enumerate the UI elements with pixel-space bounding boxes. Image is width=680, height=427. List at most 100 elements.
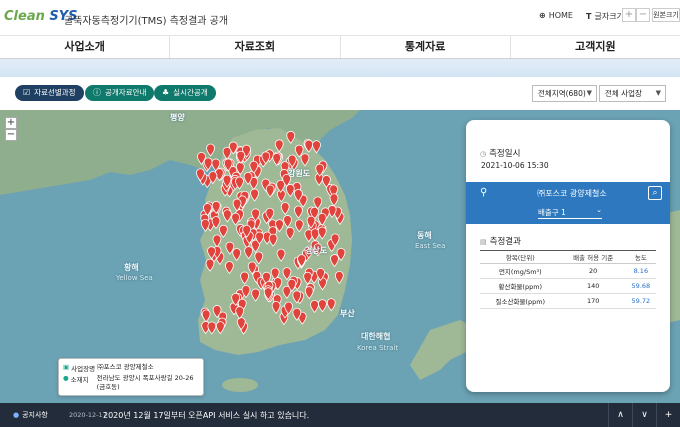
item-cell: 먼지(mg/Sm³) <box>480 263 561 279</box>
nav-item-support[interactable]: 고객지원 <box>511 36 680 58</box>
facility-popup-addr-key: 소재지 <box>70 376 89 384</box>
plus-icon: + <box>664 410 673 420</box>
chevron-down-icon: ▼ <box>655 89 661 97</box>
data-selection-button[interactable]: ☑ 자료선별과정 <box>15 85 84 101</box>
chevron-down-icon: ⌄ <box>596 206 602 214</box>
clock-icon: ◷ <box>480 150 487 158</box>
map-zoom-out-button[interactable]: − <box>5 129 17 141</box>
column-header: 배출 허용 기준 <box>560 250 626 264</box>
data-selection-label: 자료선별과정 <box>34 88 76 97</box>
chevron-down-icon: ∨ <box>641 410 648 420</box>
region-select[interactable]: 전체지역(680) ▼ <box>532 85 597 102</box>
notice-bar: ● 공지사항 2020-12-17 2020년 12월 17일부터 오픈API 서… <box>0 403 680 427</box>
microphone-icon: ● <box>13 411 20 419</box>
notice-next-button[interactable]: ∨ <box>632 403 656 427</box>
facility-header: ⚲ ㈜포스코 광양제철소 ⌕ 배출구 1 ⌄ <box>466 182 670 224</box>
map-label-busan: 부산 <box>340 309 355 318</box>
map-pin-icon: ⚲ <box>480 187 488 198</box>
map-label-east-sea-kr: 동해 <box>417 231 432 240</box>
map-label-pyongyang: 평양 <box>170 113 185 122</box>
result-table-header: 항목(단위) 배출 허용 기준 농도 <box>480 250 656 264</box>
filter-row: ☑ 자료선별과정 ⓘ 공개자료안내 ♣ 실시간공개 전체지역(680) ▼ 전체… <box>0 77 680 110</box>
public-data-info-button[interactable]: ⓘ 공개자료안내 <box>85 85 155 101</box>
column-header: 농도 <box>625 250 656 264</box>
jeju-island <box>222 378 258 392</box>
notice-prev-button[interactable]: ∧ <box>608 403 632 427</box>
globe-icon: ⊕ <box>539 11 546 20</box>
map-label-east-sea-en: East Sea <box>415 242 446 250</box>
table-row: 질소산화물(ppm) 170 59.72 <box>480 293 656 309</box>
font-size-label: T 글자크기 <box>586 11 624 22</box>
value-cell: 59.72 <box>625 293 656 309</box>
map-label-yellow-sea-en: Yellow Sea <box>116 274 153 282</box>
result-label: ▤ 측정결과 <box>480 235 521 247</box>
facility-popup-name-row: ▣ 사업장명 ㈜포스코 광양제철소 <box>63 363 197 373</box>
site-title: 굴뚝자동측정기기(TMS) 측정결과 공개 <box>64 16 229 27</box>
datetime-label-text: 측정일시 <box>489 149 521 159</box>
font-size-icon: T <box>586 12 592 21</box>
map-label-gyeongsang: 경상도 <box>305 246 328 255</box>
region-select-value: 전체지역(680) <box>538 89 586 98</box>
result-table: 항목(단위) 배출 허용 기준 농도 먼지(mg/Sm³) 20 8.16 황산… <box>480 250 656 309</box>
map-label-korea-strait-kr: 대한해협 <box>361 332 391 341</box>
limit-cell: 140 <box>560 278 626 294</box>
logo-clean-text: Clean <box>4 9 45 24</box>
outlet-select[interactable]: 배출구 1 ⌄ <box>538 206 602 219</box>
checkbox-icon: ☑ <box>23 88 31 97</box>
limit-cell: 20 <box>560 263 626 279</box>
font-decrease-button[interactable]: − <box>636 8 650 22</box>
nav-item-data-search[interactable]: 자료조회 <box>170 36 341 58</box>
font-increase-button[interactable]: + <box>622 8 636 22</box>
value-cell: 59.68 <box>625 278 656 294</box>
datetime-value: 2021-10-06 15:30 <box>481 161 549 170</box>
realtime-button[interactable]: ♣ 실시간공개 <box>154 85 216 101</box>
nav-item-statistics[interactable]: 통계자료 <box>341 36 511 58</box>
top-bar: Clean SYS 굴뚝자동측정기기(TMS) 측정결과 공개 ⊕ HOME T… <box>0 0 680 36</box>
font-size-text: 글자크기 <box>594 12 624 21</box>
facility-popup-addr-row: ● 소재지 전라남도 광양시 폭포사랑길 20-26 (금호동) <box>63 374 197 392</box>
table-row: 먼지(mg/Sm³) 20 8.16 <box>480 263 656 279</box>
map-zoom-in-button[interactable]: + <box>5 117 17 129</box>
outlet-select-value: 배출구 1 <box>538 208 566 217</box>
main-nav: 사업소개 자료조회 통계자료 고객지원 <box>0 36 680 59</box>
measurement-panel: ◷ 측정일시 2021-10-06 15:30 ⚲ ㈜포스코 광양제철소 ⌕ 배출… <box>466 120 670 392</box>
home-link[interactable]: ⊕ HOME <box>539 11 573 20</box>
realtime-label: 실시간공개 <box>173 88 208 97</box>
facility-popup: ▣ 사업장명 ㈜포스코 광양제철소 ● 소재지 전라남도 광양시 폭포사랑길 2… <box>58 358 204 396</box>
notice-label[interactable]: ● 공지사항 <box>13 410 48 420</box>
facility-popup-name-value: ㈜포스코 광양제철소 <box>97 363 154 371</box>
map-label-yellow-sea-kr: 황해 <box>124 263 139 272</box>
limit-cell: 170 <box>560 293 626 309</box>
location-icon: ● <box>63 374 69 382</box>
search-icon[interactable]: ⌕ <box>648 186 662 200</box>
map-label-korea-strait-en: Korea Strait <box>357 344 399 352</box>
nav-item-about[interactable]: 사업소개 <box>0 36 171 58</box>
site-select-value: 전체 사업장 <box>605 89 642 98</box>
factory-icon: ♣ <box>162 88 170 97</box>
site-select[interactable]: 전체 사업장 ▼ <box>599 85 666 102</box>
column-header: 항목(단위) <box>480 250 561 264</box>
item-cell: 질소산화물(ppm) <box>480 293 561 309</box>
font-reset-button[interactable]: 원본크기 <box>652 8 680 22</box>
facility-name: ㈜포스코 광양제철소 <box>537 189 607 198</box>
info-icon: ⓘ <box>93 88 101 97</box>
facility-popup-addr-value: 전라남도 광양시 폭포사랑길 20-26 (금호동) <box>96 374 194 391</box>
item-cell: 황산화물(ppm) <box>480 278 561 294</box>
result-label-text: 측정결과 <box>489 237 521 247</box>
chevron-up-icon: ∧ <box>617 410 624 420</box>
notice-more-button[interactable]: + <box>656 403 680 427</box>
list-icon: ▤ <box>480 238 487 246</box>
chevron-down-icon: ▼ <box>586 89 592 97</box>
facility-popup-name-key: 사업장명 <box>71 365 96 373</box>
building-icon: ▣ <box>63 363 70 371</box>
datetime-label: ◷ 측정일시 <box>480 147 520 159</box>
value-cell: 8.16 <box>625 263 656 279</box>
notice-date: 2020-12-17 <box>69 411 107 419</box>
notice-message[interactable]: 2020년 12월 17일부터 오픈API 서비스 실시 하고 있습니다. <box>103 410 309 421</box>
map-label-gangwon: 강원도 <box>288 169 311 178</box>
public-data-info-label: 공개자료안내 <box>105 88 147 97</box>
notice-label-text: 공지사항 <box>22 411 48 419</box>
home-label: HOME <box>548 11 573 20</box>
table-row: 황산화물(ppm) 140 59.68 <box>480 278 656 294</box>
header-band <box>0 59 680 77</box>
